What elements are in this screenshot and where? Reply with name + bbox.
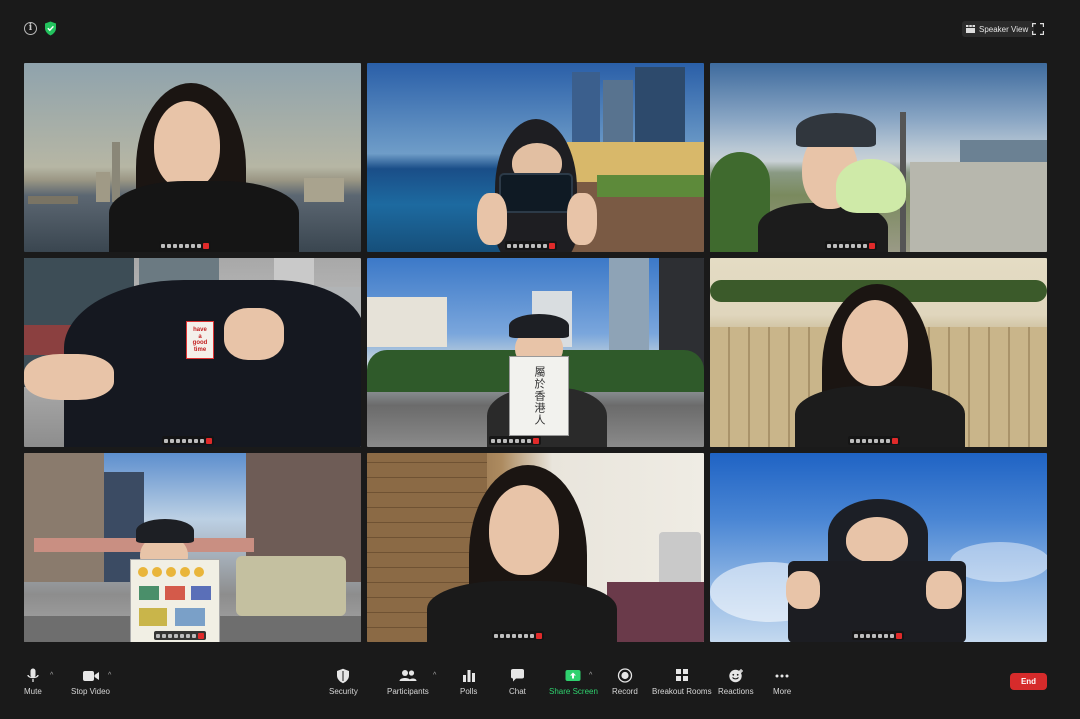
building xyxy=(96,172,110,202)
face xyxy=(842,300,908,386)
promenade xyxy=(910,162,1047,252)
sticker-sheet-illustration xyxy=(138,567,211,626)
skyscraper xyxy=(635,67,685,142)
distant-skyline xyxy=(960,140,1047,162)
polls-button[interactable]: Polls xyxy=(460,668,477,696)
hand xyxy=(567,193,597,245)
meeting-controls: Mute ^ Stop Video ^ Security Participant… xyxy=(0,660,1080,719)
sticker-sheet xyxy=(130,559,220,642)
patch-text: have a good time xyxy=(192,327,208,353)
protest-sign: 屬於香港人 xyxy=(509,356,569,436)
mute-label: Mute xyxy=(24,687,42,696)
more-dots-icon xyxy=(775,674,789,678)
shield-icon xyxy=(337,668,350,684)
share-screen-icon xyxy=(565,670,581,681)
cap xyxy=(509,314,569,338)
polls-label: Polls xyxy=(460,687,478,696)
skyscraper xyxy=(112,142,120,202)
participants-options-chevron-up-icon[interactable]: ^ xyxy=(433,672,436,679)
hotel-building xyxy=(367,297,447,347)
breakout-rooms-label: Breakout Rooms xyxy=(652,687,712,696)
cap xyxy=(796,113,876,147)
hand xyxy=(786,571,820,609)
share-screen-label: Share Screen xyxy=(549,687,598,696)
face xyxy=(846,517,908,563)
more-label: More xyxy=(773,687,792,696)
skyscraper xyxy=(603,80,633,142)
stop-video-button[interactable]: Stop Video xyxy=(71,668,110,696)
more-button[interactable]: More xyxy=(773,668,791,696)
end-meeting-button[interactable]: End xyxy=(1010,673,1047,690)
share-options-chevron-up-icon[interactable]: ^ xyxy=(589,672,592,679)
tile-toolbar xyxy=(489,436,541,445)
video-tile-3[interactable] xyxy=(710,63,1047,252)
record-icon xyxy=(617,668,633,683)
chat-button[interactable]: Chat xyxy=(509,668,526,696)
hand xyxy=(24,354,114,400)
grid-icon xyxy=(966,25,975,33)
tile-toolbar xyxy=(852,631,904,640)
info-icon[interactable]: i xyxy=(24,22,37,35)
security-button[interactable]: Security xyxy=(329,668,358,696)
tile-toolbar xyxy=(848,436,900,445)
desk-items xyxy=(607,582,704,642)
tile-toolbar xyxy=(825,241,877,250)
building xyxy=(24,453,104,582)
cap xyxy=(136,519,194,543)
participants-icon xyxy=(399,670,417,681)
security-label: Security xyxy=(329,687,358,696)
octopus-plush xyxy=(836,159,906,213)
mute-button[interactable]: Mute xyxy=(24,668,42,696)
hand xyxy=(477,193,507,245)
video-tile-1[interactable] xyxy=(24,63,361,252)
phone xyxy=(499,173,573,213)
tile-toolbar xyxy=(162,436,214,445)
tram xyxy=(236,556,346,616)
tile-toolbar xyxy=(154,631,206,640)
breakout-rooms-icon xyxy=(675,669,688,681)
breakout-rooms-button[interactable]: Breakout Rooms xyxy=(652,668,712,696)
video-tile-8[interactable] xyxy=(367,453,704,642)
meeting-top-bar: i Speaker View xyxy=(0,0,1080,58)
shoreline xyxy=(28,196,78,204)
video-tile-4[interactable]: have a good time xyxy=(24,258,361,447)
skyscraper xyxy=(572,72,600,142)
chat-label: Chat xyxy=(509,687,526,696)
reactions-label: Reactions xyxy=(718,687,754,696)
record-label: Record xyxy=(612,687,638,696)
tile-toolbar xyxy=(505,241,557,250)
video-tile-6[interactable] xyxy=(710,258,1047,447)
speaker-view-label: Speaker View xyxy=(979,24,1029,34)
stop-video-label: Stop Video xyxy=(71,687,110,696)
tile-toolbar xyxy=(159,241,211,250)
video-options-chevron-up-icon[interactable]: ^ xyxy=(108,672,111,679)
video-tile-2[interactable] xyxy=(367,63,704,252)
sign-text: 屬於香港人 xyxy=(533,366,546,426)
microphone-icon xyxy=(27,668,39,682)
video-tile-5[interactable]: 屬於香港人 xyxy=(367,258,704,447)
video-camera-icon xyxy=(82,671,99,681)
lawn xyxy=(597,175,704,197)
tile-toolbar xyxy=(492,631,544,640)
building xyxy=(304,178,344,202)
face xyxy=(154,101,220,189)
record-button[interactable]: Record xyxy=(612,668,638,696)
shield-check-icon[interactable] xyxy=(44,21,57,36)
reactions-button[interactable]: Reactions xyxy=(718,668,754,696)
hand xyxy=(926,571,962,609)
hand xyxy=(224,308,284,360)
mute-options-chevron-up-icon[interactable]: ^ xyxy=(50,672,53,679)
bar-chart-icon xyxy=(462,670,475,682)
hoodie-patch: have a good time xyxy=(186,321,214,359)
participants-label: Participants xyxy=(387,687,429,696)
fullscreen-icon[interactable] xyxy=(1032,23,1044,35)
face xyxy=(489,485,559,575)
chat-bubble-icon xyxy=(510,669,524,682)
participants-button[interactable]: Participants xyxy=(387,668,429,696)
video-tile-7[interactable] xyxy=(24,453,361,642)
smiley-icon xyxy=(729,669,743,683)
video-tile-9[interactable] xyxy=(710,453,1047,642)
speaker-view-button[interactable]: Speaker View xyxy=(962,21,1035,37)
